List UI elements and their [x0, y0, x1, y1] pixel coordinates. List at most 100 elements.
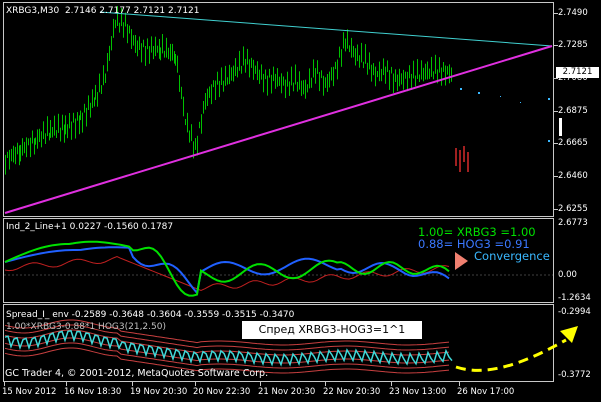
candle [159, 39, 160, 59]
time-axis-label: 22 Nov 20:30 [323, 387, 381, 397]
candle [203, 101, 204, 114]
candle [305, 79, 306, 99]
candle [26, 137, 27, 158]
candle [237, 66, 238, 78]
candle [277, 68, 278, 87]
candle [409, 65, 410, 79]
candle [255, 65, 256, 74]
spread-annotation-box: Спред XRBG3-HOG3=1^1 [242, 321, 422, 339]
forecast-arrow [455, 338, 567, 372]
candle [34, 138, 35, 155]
candle [111, 36, 112, 51]
candle [227, 77, 228, 85]
price-axis-tick [554, 143, 558, 144]
candle [447, 66, 448, 75]
time-axis-tick [260, 382, 261, 386]
candle [441, 67, 442, 86]
candle [183, 96, 184, 117]
upper-trendline [99, 11, 553, 47]
candle [77, 112, 78, 121]
candle [86, 107, 87, 127]
candle [281, 73, 282, 94]
candle [347, 29, 348, 49]
candle [415, 75, 416, 87]
candle [363, 61, 364, 69]
candle [365, 44, 366, 64]
candle [65, 115, 66, 135]
candle [327, 74, 328, 92]
candle [223, 80, 224, 92]
candle [151, 36, 152, 53]
candle [261, 64, 262, 80]
candle [199, 121, 200, 129]
candle [219, 80, 220, 98]
time-axis-label: 26 Nov 17:00 [457, 387, 515, 397]
candle [64, 124, 65, 143]
candle [361, 42, 362, 63]
candle [351, 37, 352, 58]
candle [90, 102, 91, 118]
mt4-chart-window[interactable]: XRBG3,M30 2.7146 2.7177 2.7121 2.7121 2.… [0, 0, 601, 402]
candle [301, 80, 302, 96]
candle [303, 80, 304, 95]
chart-scroll-marker [559, 118, 562, 136]
candle [179, 75, 180, 92]
convergence-label: Convergence [474, 249, 550, 263]
candle [283, 76, 284, 86]
current-price-tag: 2.7121 [556, 67, 599, 78]
candle [119, 22, 120, 33]
candle [135, 35, 136, 53]
candle [367, 62, 368, 75]
candle [231, 67, 232, 81]
candle [445, 65, 446, 86]
time-axis-tick [132, 382, 133, 386]
candle [287, 71, 288, 87]
spread-axis-top: -0.2994 [558, 307, 591, 317]
candle [94, 97, 95, 107]
candle [11, 148, 12, 162]
candle [13, 145, 14, 163]
candle [381, 68, 382, 82]
candle [449, 64, 450, 84]
candle [215, 80, 216, 100]
candle [82, 112, 83, 133]
candle [259, 69, 260, 84]
candle [389, 70, 390, 90]
candle [235, 58, 236, 76]
price-axis-tick [554, 209, 558, 210]
candle [233, 65, 234, 82]
candle [35, 137, 36, 145]
candle [429, 68, 430, 79]
candle [95, 84, 96, 100]
candle [431, 56, 432, 77]
candle [369, 52, 370, 70]
candle [263, 73, 264, 93]
price-axis-tick [554, 111, 558, 112]
candle [311, 77, 312, 88]
candle [333, 66, 334, 87]
chart-drawing-layer [4, 6, 578, 374]
candle [47, 116, 48, 137]
candle [7, 151, 8, 158]
candle [153, 46, 154, 60]
time-axis-label: 19 Nov 20:30 [130, 387, 188, 397]
candle [379, 61, 380, 82]
candle [113, 18, 114, 38]
candle [30, 137, 31, 158]
candle [329, 71, 330, 88]
candle [315, 68, 316, 84]
candle [339, 46, 340, 58]
candle [189, 130, 190, 143]
candle [56, 130, 57, 138]
candle [147, 38, 148, 50]
candle [373, 63, 374, 76]
candle [160, 47, 161, 61]
candle [217, 71, 218, 85]
candle [393, 73, 394, 93]
candle [172, 43, 173, 61]
price-axis-label: 2.6665 [558, 138, 588, 148]
candle [62, 114, 63, 131]
candle [421, 60, 422, 80]
candle [181, 86, 182, 100]
time-axis-label: 16 Nov 18:30 [64, 387, 122, 397]
